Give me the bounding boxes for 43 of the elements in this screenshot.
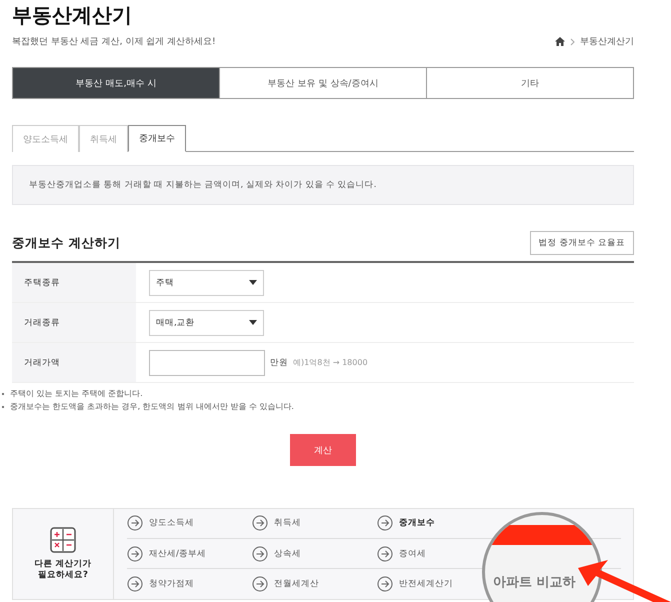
field-label: 거래종류 xyxy=(12,303,136,342)
calculator-link[interactable]: 증여세 xyxy=(377,540,426,568)
dropdown[interactable]: 매매,교환 xyxy=(149,310,264,336)
home-icon[interactable] xyxy=(555,37,565,46)
unit-label: 만원 xyxy=(270,356,288,368)
rate-table-button[interactable]: 법정 중개보수 요율표 xyxy=(530,231,634,255)
calculator-link[interactable]: 재산세/종부세 xyxy=(127,540,206,568)
arrow-circle-icon xyxy=(127,546,143,562)
pointer-arrow-icon xyxy=(578,560,671,602)
section-title: 중개보수 계산하기 xyxy=(12,234,120,252)
field-label: 주택종류 xyxy=(12,263,136,302)
calculator-link[interactable]: 전월세계산 xyxy=(252,570,319,598)
calculator-link[interactable]: 양도소득세 xyxy=(127,509,194,537)
page-subtitle: 복잡했던 부동산 세금 계산, 이제 쉽게 계산하세요! xyxy=(12,36,216,48)
note-text: 주택이 있는 토지는 주택에 준합니다. xyxy=(2,388,634,399)
calculator-tab[interactable]: 중개보수 xyxy=(128,125,186,152)
other-calculators-title: 다른 계산기가 필요하세요? xyxy=(34,558,92,582)
arrow-circle-icon xyxy=(252,576,268,592)
arrow-circle-icon xyxy=(377,515,393,531)
arrow-circle-icon xyxy=(377,576,393,592)
notice-text: 부동산중개업소를 통해 거래할 때 지불하는 금액이며, 실제와 차이가 있을 수 있습니다. xyxy=(12,165,634,205)
arrow-circle-icon xyxy=(252,546,268,562)
calculator-link[interactable]: 상속세 xyxy=(252,540,301,568)
chevron-icon xyxy=(570,38,575,46)
category-tab[interactable]: 부동산 매도,매수 시 xyxy=(13,68,219,98)
example-hint: 예)1억8천 → 18000 xyxy=(293,357,368,368)
calculator-link[interactable]: 반전세계산기 xyxy=(377,570,453,598)
amount-input[interactable] xyxy=(149,350,265,376)
calculator-link[interactable]: 중개보수 xyxy=(377,509,435,537)
calculator-link[interactable]: 청약가점제 xyxy=(127,570,194,598)
calculator-link[interactable]: 취득세 xyxy=(252,509,301,537)
page-title: 부동산계산기 xyxy=(12,2,132,29)
caret-icon xyxy=(249,280,257,285)
field-label: 거래가액 xyxy=(12,343,136,382)
arrow-circle-icon xyxy=(252,515,268,531)
breadcrumb-item: 부동산계산기 xyxy=(580,36,634,48)
dropdown[interactable]: 주택 xyxy=(149,270,264,296)
note-text: 중개보수는 한도액을 초과하는 경우, 한도액의 범위 내에서만 받을 수 있습니다. xyxy=(2,401,634,412)
arrow-circle-icon xyxy=(127,515,143,531)
arrow-circle-icon xyxy=(377,546,393,562)
caret-icon xyxy=(249,320,257,325)
calculator-icon xyxy=(50,526,76,553)
arrow-circle-icon xyxy=(127,576,143,592)
